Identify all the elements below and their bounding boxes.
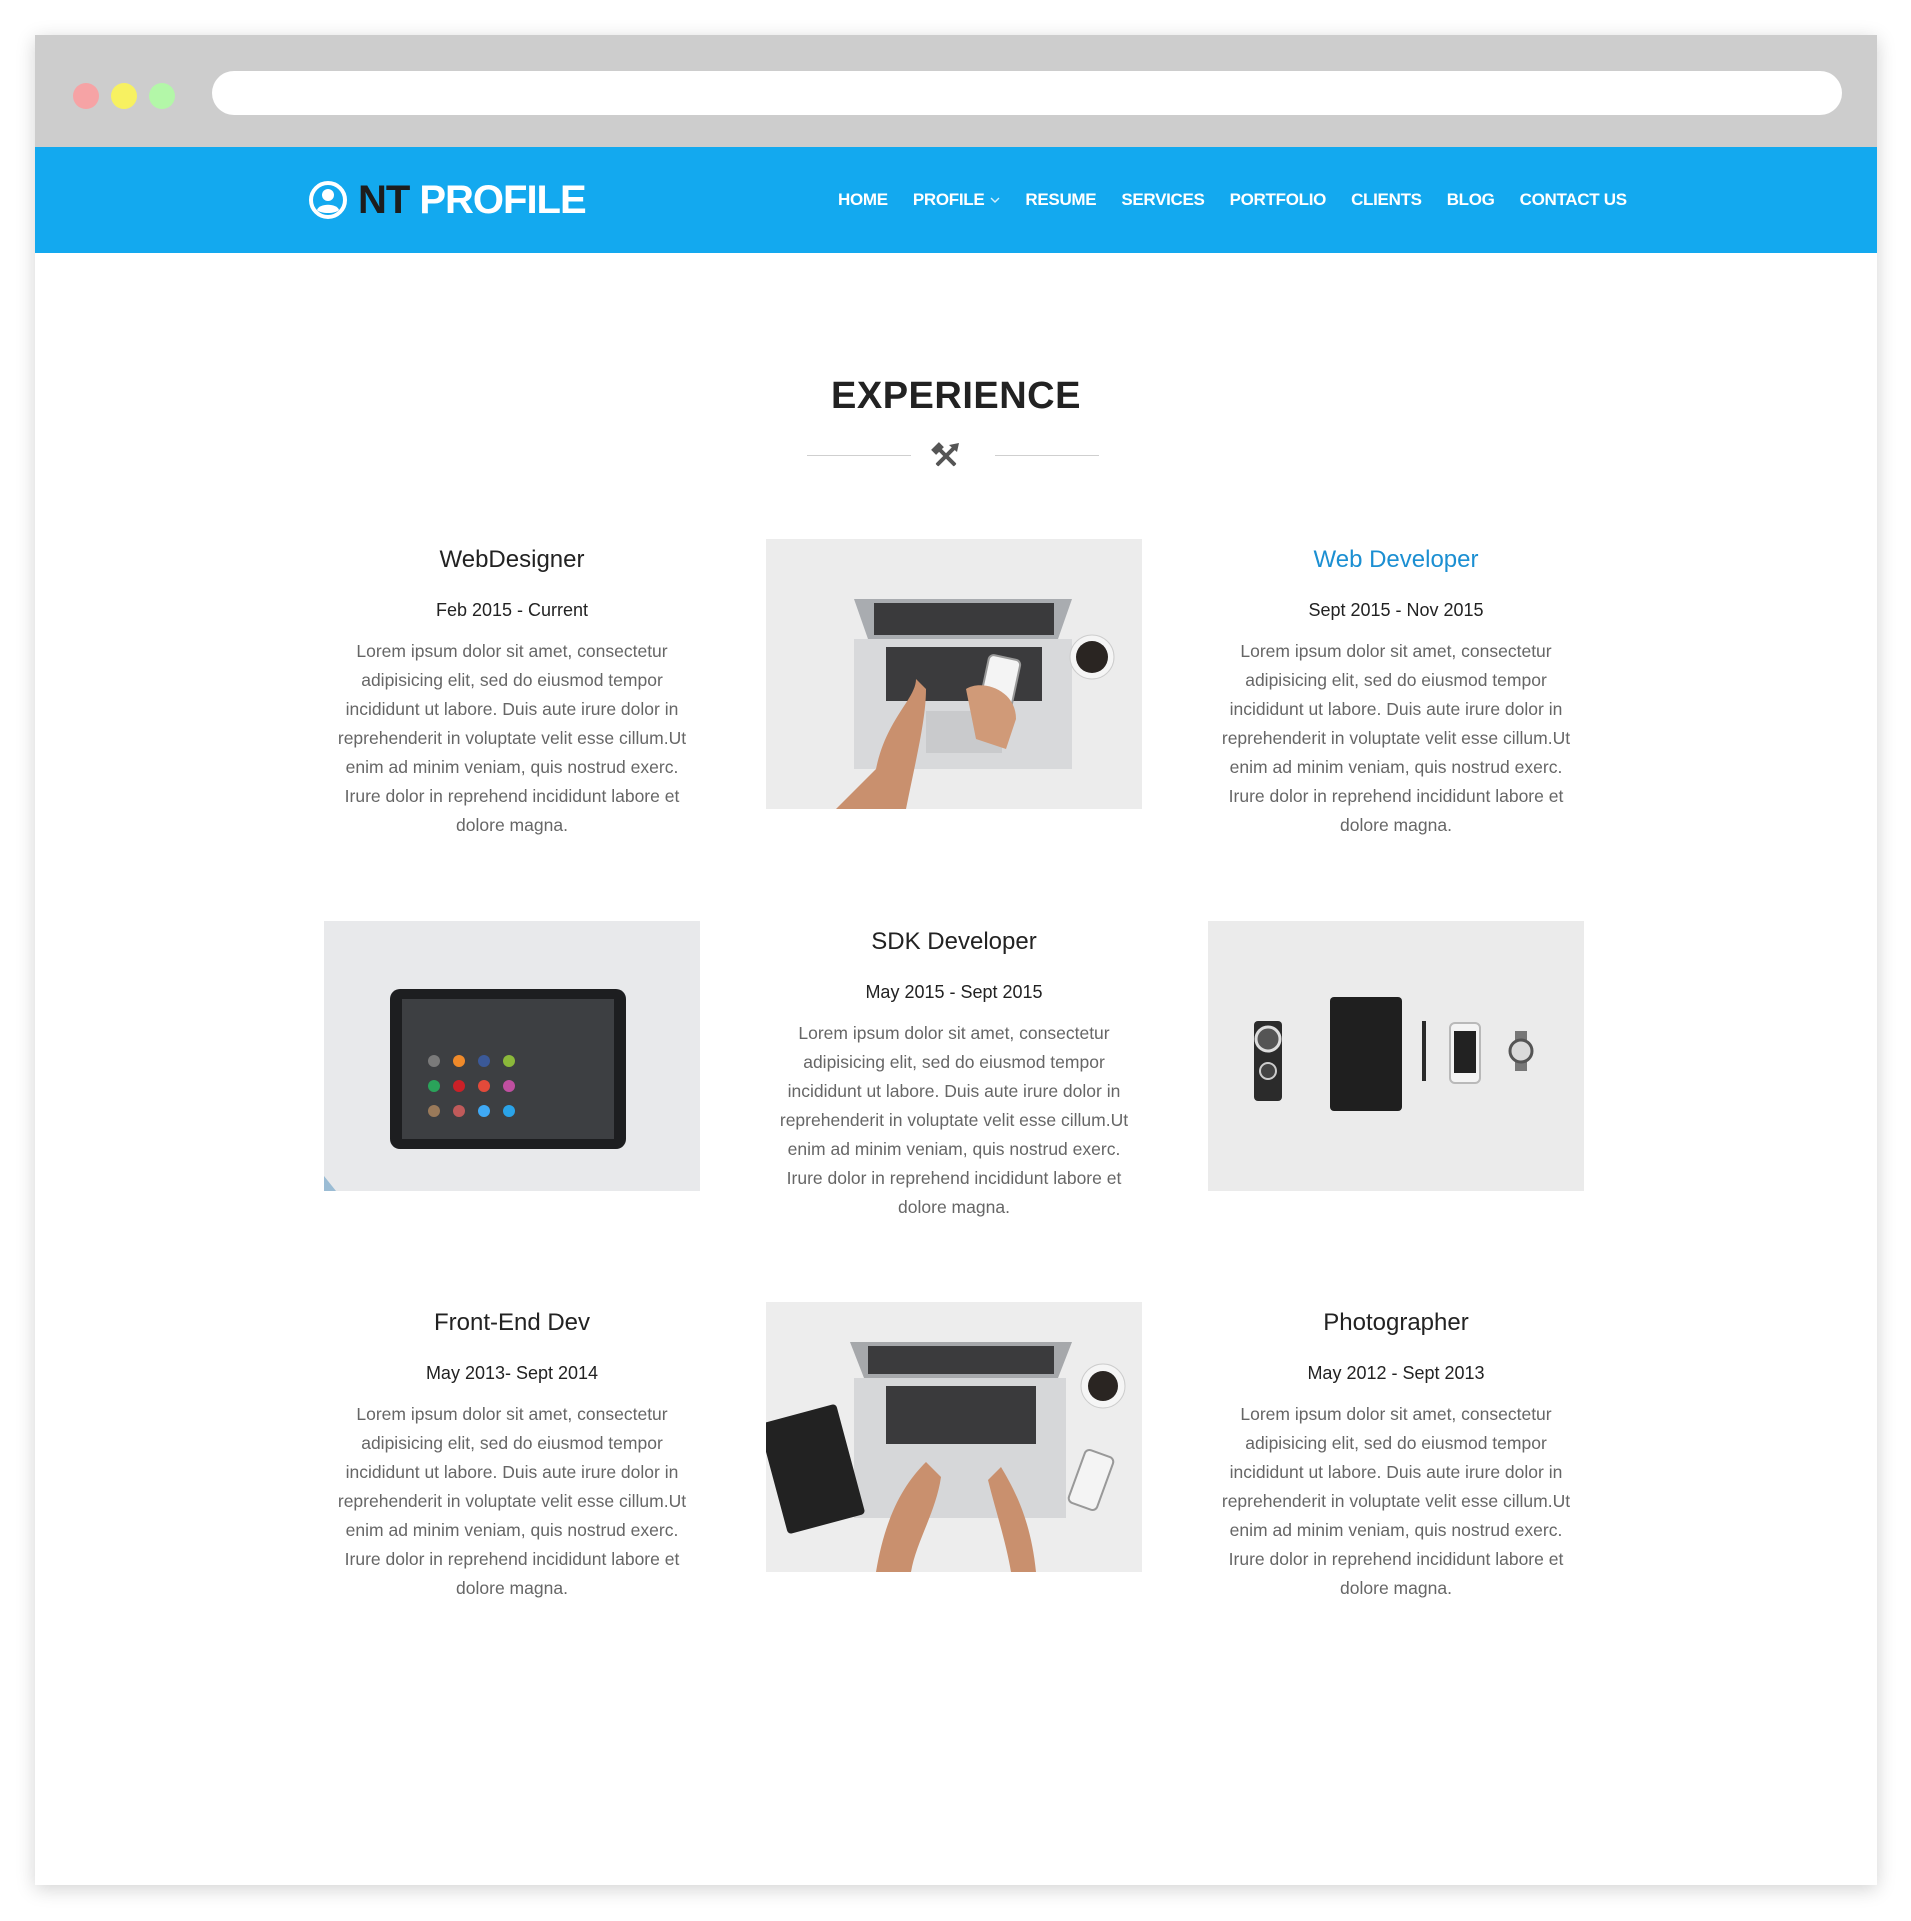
- title-divider-left: [807, 455, 911, 456]
- experience-card-front-end-dev: Front-End Dev May 2013- Sept 2014 Lorem …: [324, 1298, 700, 1603]
- experience-description: Lorem ipsum dolor sit amet, consectetur …: [779, 1023, 1129, 1217]
- experience-dates: Sept 2015 - Nov 2015: [1308, 600, 1484, 620]
- menu-item-resume[interactable]: RESUME: [1025, 190, 1096, 210]
- experience-description: Lorem ipsum dolor sit amet, consectetur …: [337, 1404, 687, 1598]
- experience-dates: May 2012 - Sept 2013: [1307, 1363, 1485, 1383]
- experience-role: Photographer: [1323, 1309, 1469, 1336]
- menu-item-home[interactable]: HOME: [838, 190, 888, 210]
- menu-item-portfolio[interactable]: PORTFOLIO: [1230, 190, 1327, 210]
- maximize-window-button[interactable]: [149, 83, 175, 109]
- laptop-phone-photo: [766, 539, 1142, 809]
- address-bar[interactable]: [212, 71, 1842, 115]
- menu-item-services[interactable]: SERVICES: [1121, 190, 1205, 210]
- chevron-down-icon: [990, 197, 1000, 203]
- site-logo[interactable]: NT PROFILE: [308, 177, 587, 223]
- menu-item-blog[interactable]: BLOG: [1447, 190, 1495, 210]
- site-navbar: NT PROFILE HOME PROFILE RESUME SERVICES P…: [35, 147, 1877, 253]
- logo-suffix: PROFILE: [419, 177, 586, 222]
- experience-role: Web Developer: [1313, 546, 1479, 573]
- camera-notebook-photo: [1208, 921, 1584, 1191]
- section-title: EXPERIENCE: [831, 375, 1081, 417]
- experience-card-sdk-developer: SDK Developer May 2015 - Sept 2015 Lorem…: [766, 917, 1142, 1222]
- logo-prefix: NT: [358, 177, 410, 222]
- title-divider-right: [995, 455, 1099, 456]
- experience-description: Lorem ipsum dolor sit amet, consectetur …: [1221, 641, 1571, 835]
- main-menu: HOME PROFILE RESUME SERVICES PORTFOLIO C…: [838, 147, 1652, 253]
- menu-item-contact-us[interactable]: CONTACT US: [1520, 190, 1627, 210]
- minimize-window-button[interactable]: [111, 83, 137, 109]
- experience-card-photographer: Photographer May 2012 - Sept 2013 Lorem …: [1208, 1298, 1584, 1603]
- tablet-photo: [324, 921, 700, 1191]
- experience-description: Lorem ipsum dolor sit amet, consectetur …: [337, 641, 687, 835]
- browser-window: NT PROFILE HOME PROFILE RESUME SERVICES P…: [35, 35, 1877, 1885]
- experience-card-webdesigner: WebDesigner Feb 2015 - Current Lorem ips…: [324, 535, 700, 840]
- experience-card-web-developer: Web Developer Sept 2015 - Nov 2015 Lorem…: [1208, 535, 1584, 840]
- experience-description: Lorem ipsum dolor sit amet, consectetur …: [1221, 1404, 1571, 1598]
- experience-dates: May 2015 - Sept 2015: [865, 982, 1043, 1002]
- laptop-notebook-photo: [766, 1302, 1142, 1572]
- menu-item-profile[interactable]: PROFILE: [913, 190, 1001, 210]
- experience-role: Front-End Dev: [433, 1309, 591, 1336]
- experience-dates: Feb 2015 - Current: [435, 600, 589, 620]
- experience-role: WebDesigner: [439, 546, 585, 573]
- menu-item-clients[interactable]: CLIENTS: [1351, 190, 1422, 210]
- hammer-pick-icon: [931, 442, 959, 467]
- browser-chrome: [35, 35, 1877, 147]
- user-circle-icon: [309, 181, 347, 219]
- experience-dates: May 2013- Sept 2014: [425, 1363, 599, 1383]
- close-window-button[interactable]: [73, 83, 99, 109]
- experience-role: SDK Developer: [871, 928, 1037, 955]
